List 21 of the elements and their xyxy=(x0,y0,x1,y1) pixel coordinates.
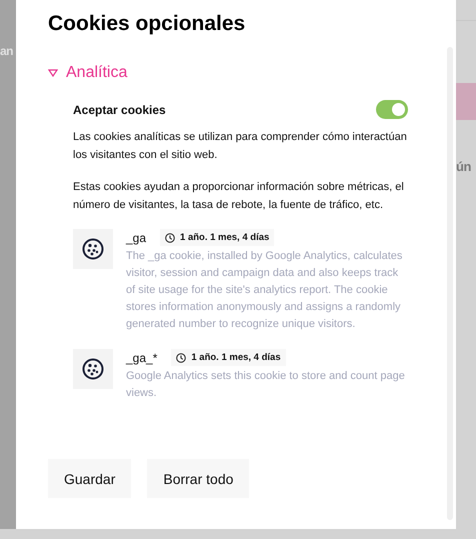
clock-icon xyxy=(176,352,186,362)
clock-icon xyxy=(165,232,176,242)
cookie-name: _ga xyxy=(126,230,146,244)
description-text: Estas cookies ayudan a proporcionar información sobre métricas, el número de visitantes, la tasa de rebote, la fuente de tráfico, etc. xyxy=(73,180,405,213)
cookie-icon xyxy=(73,349,113,389)
duration-text: 1 año. 1 mes, 4 días xyxy=(191,352,281,363)
cookie-description: Google Analytics sets this cookie to store and count page views. xyxy=(126,369,406,401)
background-text: ún xyxy=(456,159,472,174)
description-text: Las cookies analíticas se utilizan para comprender cómo interactúan los visitantes con el sitio web. xyxy=(73,130,408,163)
clear-all-button[interactable]: Borrar todo xyxy=(147,459,250,498)
cookie-name: _ga_* xyxy=(126,350,158,364)
duration-text: 1 año. 1 mes, 4 días xyxy=(180,232,270,243)
save-button[interactable]: Guardar xyxy=(48,459,132,498)
triangle-icon xyxy=(48,69,58,77)
modal-title: Cookies opcionales xyxy=(48,12,246,36)
cookie-description: The _ga cookie, installed by Google Analytics, calculates visitor, session and campaign data and also keeps track of site usage for the site's analytics report. The cookie stores information anonymously and assigns a randomly generated number to recognize unique visitors. xyxy=(126,249,404,332)
toggle-switch[interactable] xyxy=(376,100,408,119)
accept-label: Aceptar cookies xyxy=(73,102,166,116)
background-text: an xyxy=(0,44,14,58)
section-toggle[interactable]: Analítica xyxy=(48,64,128,82)
cookie-icon xyxy=(73,229,113,269)
